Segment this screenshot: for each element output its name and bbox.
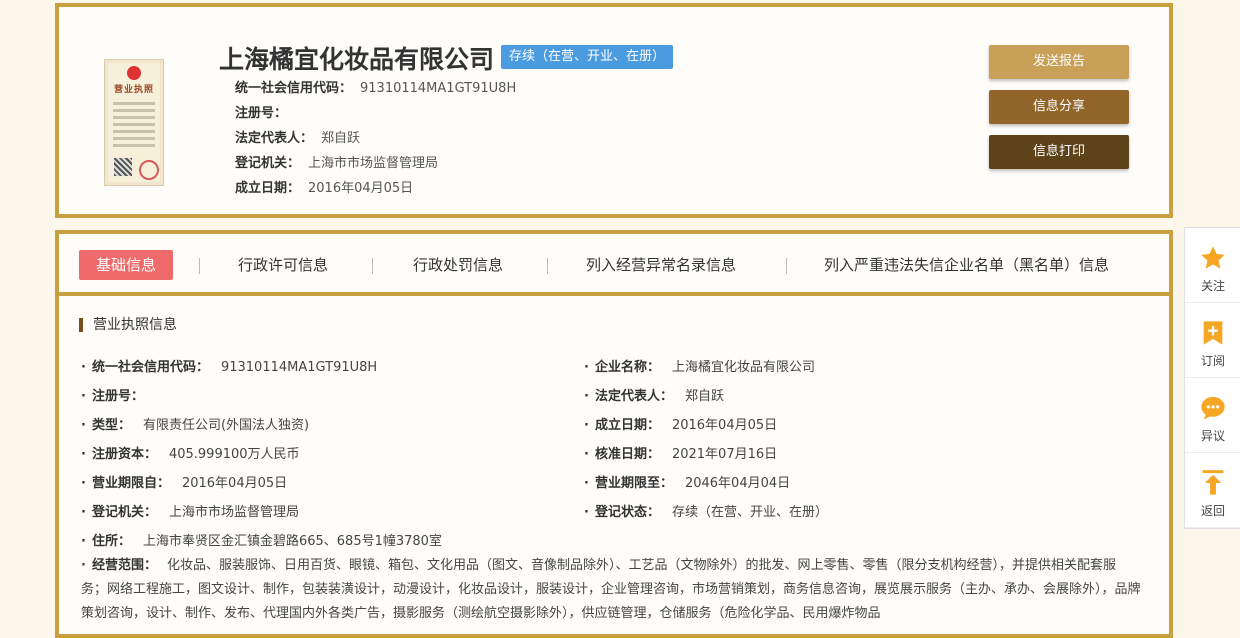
section-title: 营业执照信息 (79, 318, 177, 332)
send-report-button[interactable]: 发送报告 (989, 45, 1129, 79)
authority-line: 登记机关： 上海市市场监督管理局 (235, 156, 439, 171)
business-scope-text: 化妆品、服装服饰、日用百货、眼镜、箱包、文化用品（图文、音像制品除外）、工艺品（… (81, 558, 1141, 621)
business-scope: · 经营范围： 化妆品、服装服饰、日用百货、眼镜、箱包、文化用品（图文、音像制品除外… (81, 558, 1141, 621)
company-header-panel: 营业执照 上海橘宜化妆品有限公司 存续（在营、开业、在册） 统一社会信用代码： 9… (55, 3, 1173, 218)
seal-icon (139, 160, 159, 180)
company-name: 上海橘宜化妆品有限公司 (219, 45, 495, 74)
reg-no-line: 注册号： (235, 106, 288, 121)
national-emblem-icon (127, 66, 141, 80)
back-to-top-icon (1202, 470, 1224, 495)
founded-line: 成立日期： 2016年04月05日 (235, 181, 414, 196)
tab-basic-info[interactable]: 基础信息 (79, 250, 174, 280)
field-credit-code: · 统一社会信用代码： 91310114MA1GT91U8H (81, 360, 378, 375)
back-to-top-button[interactable]: 返回 (1185, 453, 1240, 528)
license-title: 营业执照 (113, 85, 154, 95)
field-legal-rep: · 法定代表人： 郑自跃 (584, 389, 724, 404)
field-term-to: · 营业期限至： 2046年04月04日 (584, 476, 791, 491)
tab-bar: 基础信息 行政许可信息 行政处罚信息 列入经营异常名录信息 列入严重违法失信企业… (59, 234, 1169, 296)
field-approved: · 核准日期： 2021年07月16日 (584, 447, 778, 462)
field-address: · 住所： 上海市奉贤区金汇镇金碧路665、685号1幢3780室 (81, 534, 442, 549)
field-authority: · 登记机关： 上海市市场监督管理局 (81, 505, 299, 520)
chat-icon (1201, 396, 1225, 420)
field-reg-no: · 注册号： (81, 389, 144, 404)
field-type: · 类型： 有限责任公司(外国法人独资) (81, 418, 310, 433)
tab-admin-penalty[interactable]: 行政处罚信息 (413, 250, 503, 280)
share-info-button[interactable]: 信息分享 (989, 90, 1129, 124)
qr-code-icon (114, 158, 132, 176)
follow-button[interactable]: 关注 (1185, 228, 1240, 303)
tab-admin-license[interactable]: 行政许可信息 (238, 250, 328, 280)
field-founded: · 成立日期： 2016年04月05日 (584, 418, 778, 433)
legal-rep-line: 法定代表人： 郑自跃 (235, 131, 361, 146)
tab-abnormal-list[interactable]: 列入经营异常名录信息 (586, 250, 736, 280)
field-company-name: · 企业名称： 上海橘宜化妆品有限公司 (584, 360, 815, 375)
objection-button[interactable]: 异议 (1185, 378, 1240, 453)
print-info-button[interactable]: 信息打印 (989, 135, 1129, 169)
credit-code-line: 统一社会信用代码： 91310114MA1GT91U8H (235, 81, 517, 96)
field-capital: · 注册资本： 405.999100万人民币 (81, 447, 300, 462)
field-term-from: · 营业期限自： 2016年04月05日 (81, 476, 288, 491)
business-license-image[interactable]: 营业执照 (104, 59, 164, 186)
tab-blacklist[interactable]: 列入严重违法失信企业名单（黑名单）信息 (824, 250, 1109, 280)
subscribe-button[interactable]: 订阅 (1185, 303, 1240, 378)
field-status: · 登记状态： 存续（在营、开业、在册） (584, 505, 828, 520)
subscribe-icon (1203, 321, 1223, 345)
info-panel: 基础信息 行政许可信息 行政处罚信息 列入经营异常名录信息 列入严重违法失信企业… (55, 230, 1173, 638)
floating-sidebar: 关注 订阅 异议 返回 (1184, 227, 1240, 529)
star-icon (1201, 246, 1225, 269)
status-badge: 存续（在营、开业、在册） (501, 45, 674, 69)
